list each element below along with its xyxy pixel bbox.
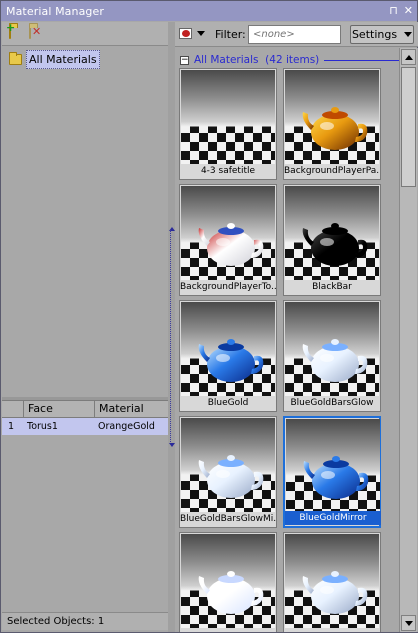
row-material: OrangeGold [98, 421, 155, 432]
settings-label: Settings [351, 28, 398, 41]
material-preview [181, 302, 275, 396]
vertical-scrollbar[interactable] [399, 48, 417, 632]
vertical-splitter[interactable] [168, 22, 175, 632]
teapot-preview-icon [198, 455, 264, 498]
pin-icon[interactable]: ⊓ [389, 4, 398, 17]
title-bar: Material Manager ⊓ ✕ [1, 1, 417, 21]
material-preview [285, 186, 379, 280]
material-name [180, 628, 276, 632]
material-manager-window: Material Manager ⊓ ✕ + ✕ All Materials F… [0, 0, 418, 633]
right-pane: Filter: Settings − All Materials (42 ite… [175, 22, 418, 632]
group-count: (42 items) [265, 54, 320, 66]
material-folder-tree: All Materials [2, 47, 168, 397]
row-face: Torus1 [27, 421, 58, 432]
material-name: BackgroundPlayerPa... [284, 166, 380, 176]
material-name: BlueGoldBarsGlow [290, 398, 374, 408]
preview-shape-dropdown[interactable] [179, 28, 205, 39]
filter-input[interactable] [248, 25, 341, 44]
material-name: BlueGold [207, 398, 249, 408]
material-preview [285, 534, 379, 628]
dropdown-arrow-icon [197, 31, 205, 36]
material-name: BlackBar [312, 282, 352, 292]
material-grid: − All Materials (42 items) 4-3 safetitle… [175, 48, 418, 632]
column-header-face[interactable]: Face [24, 401, 95, 417]
table-row[interactable]: 1 Torus1 OrangeGold [2, 418, 168, 435]
teapot-preview-icon [302, 339, 368, 382]
material-tile[interactable] [179, 532, 277, 632]
material-name [284, 628, 380, 632]
material-tile[interactable]: BlueGoldMirror [283, 416, 381, 528]
material-preview [285, 70, 379, 164]
material-preview [181, 534, 275, 628]
material-preview [285, 302, 379, 396]
material-preview [181, 186, 275, 280]
settings-dropdown-icon [404, 32, 413, 37]
teapot-preview-icon [198, 571, 264, 614]
filter-label: Filter: [215, 28, 246, 41]
delete-folder-button[interactable]: ✕ [29, 26, 43, 40]
teapot-preview-icon [198, 223, 264, 266]
scroll-thumb[interactable] [401, 67, 416, 187]
material-preview [181, 418, 275, 512]
scroll-up-icon[interactable] [401, 49, 416, 65]
material-tile[interactable] [283, 532, 381, 632]
material-name: BlueGoldMirror [285, 511, 381, 525]
status-bar: Selected Objects: 1 [2, 612, 168, 630]
material-tile[interactable]: BackgroundPlayerPa... [283, 68, 381, 180]
material-preview [286, 419, 380, 513]
material-tile[interactable]: BackgroundPlayerTo... [179, 184, 277, 296]
group-name: All Materials [194, 54, 259, 66]
material-name: 4-3 safetitle [200, 166, 256, 176]
folder-icon [9, 52, 22, 65]
teapot-preview-icon [302, 107, 368, 150]
teapot-preview-icon [302, 571, 368, 614]
tree-item-all-materials[interactable]: All Materials [9, 50, 100, 69]
settings-button[interactable]: Settings [350, 25, 414, 44]
material-tile[interactable]: BlueGoldBarsGlow [283, 300, 381, 412]
table-header: Face Material [2, 401, 168, 418]
column-header-material[interactable]: Material [95, 401, 168, 417]
window-title: Material Manager [6, 4, 105, 18]
tree-item-label: All Materials [26, 50, 100, 69]
teapot-preview-icon [302, 223, 368, 266]
selected-objects-table: Face Material 1 Torus1 OrangeGold [2, 400, 168, 632]
new-folder-button[interactable]: + [6, 22, 23, 40]
row-index: 1 [8, 421, 15, 432]
group-header[interactable]: − All Materials (42 items) [180, 53, 400, 67]
teapot-preview-icon [198, 339, 264, 382]
material-name: BlueGoldBarsGlowMi... [180, 514, 276, 524]
close-icon[interactable]: ✕ [404, 4, 413, 17]
column-header-index[interactable] [2, 401, 24, 417]
material-tile[interactable]: BlueGoldBarsGlowMi... [179, 416, 277, 528]
collapse-toggle-icon[interactable]: − [180, 55, 189, 65]
material-preview [181, 70, 275, 164]
left-pane: + ✕ All Materials Face Material 1 Torus1 [2, 22, 168, 632]
material-tile[interactable]: 4-3 safetitle [179, 68, 277, 180]
teapot-preview-icon [303, 456, 369, 499]
preview-swatch-icon [179, 28, 192, 39]
delete-folder-icon [29, 26, 31, 39]
material-tile[interactable]: BlackBar [283, 184, 381, 296]
scroll-down-icon[interactable] [401, 615, 416, 631]
material-tile[interactable]: BlueGold [179, 300, 277, 412]
material-toolbar: Filter: Settings [175, 22, 418, 47]
folder-toolbar: + ✕ [2, 22, 168, 46]
material-name: BackgroundPlayerTo... [180, 282, 276, 292]
